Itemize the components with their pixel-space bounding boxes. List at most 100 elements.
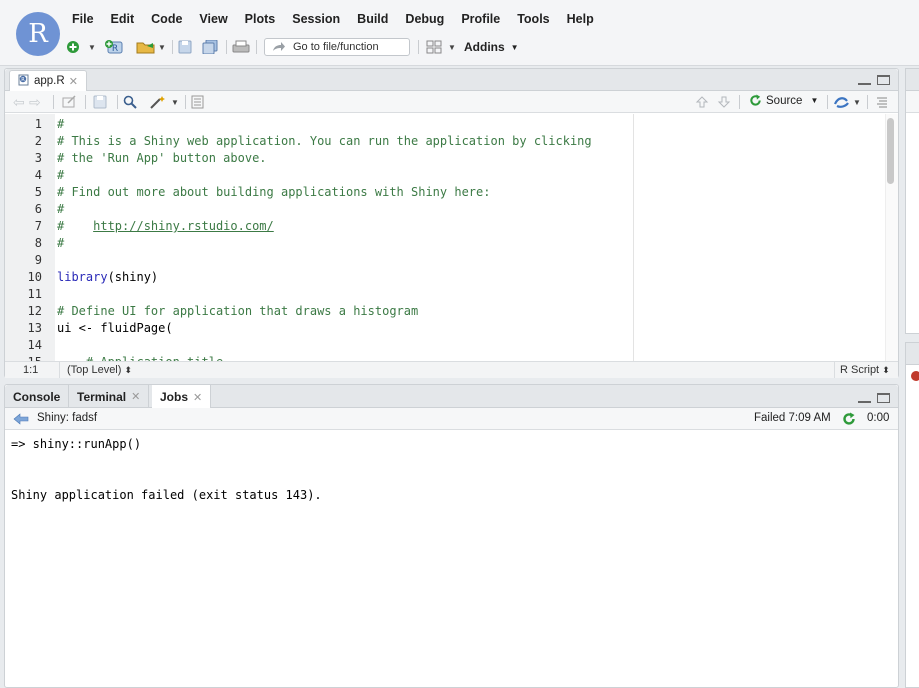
grid-layout-icon[interactable]	[426, 38, 442, 56]
toolbar-divider	[117, 95, 118, 109]
code-token: # Define UI for application that draws a…	[57, 304, 419, 318]
publish-icon[interactable]	[833, 93, 851, 111]
close-icon[interactable]: ✕	[193, 391, 202, 404]
console-tab-strip: Console Terminal ✕ Jobs ✕	[5, 385, 898, 409]
toolbar-divider	[827, 95, 828, 109]
menu-debug[interactable]: Debug	[405, 12, 444, 30]
open-folder-icon[interactable]	[136, 38, 156, 56]
output-line: Shiny application failed (exit status 14…	[11, 488, 322, 502]
close-icon[interactable]: ✕	[69, 75, 78, 88]
tab-app-r[interactable]: R app.R ✕	[9, 70, 87, 91]
search-icon[interactable]	[123, 93, 137, 111]
line-number: 5	[34, 185, 42, 199]
menu-edit[interactable]: Edit	[111, 12, 135, 30]
menu-code[interactable]: Code	[151, 12, 182, 30]
menu-build[interactable]: Build	[357, 12, 388, 30]
tab-terminal[interactable]: Terminal ✕	[69, 385, 150, 408]
menu-session[interactable]: Session	[292, 12, 340, 30]
editor-tab-strip: R app.R ✕	[5, 69, 898, 91]
scope-selector[interactable]: (Top Level) ⬍	[67, 364, 132, 376]
right-pane-bottom	[905, 342, 919, 688]
menu-profile[interactable]: Profile	[461, 12, 500, 30]
refresh-icon[interactable]	[842, 410, 856, 428]
chevron-down-icon[interactable]: ▼	[448, 38, 456, 56]
new-file-icon[interactable]	[66, 38, 80, 56]
editor-status-bar: 1:1 (Top Level) ⬍ R Script ⬍	[5, 361, 898, 378]
output-line: => shiny::runApp()	[11, 437, 142, 451]
document-outline-icon[interactable]	[191, 93, 205, 111]
minimize-pane-button[interactable]	[858, 393, 871, 403]
scrollbar-thumb[interactable]	[887, 118, 894, 184]
code-token: #	[57, 117, 65, 131]
chevron-down-icon[interactable]: ▼	[158, 38, 166, 56]
code-line: #	[57, 201, 64, 218]
tab-jobs[interactable]: Jobs ✕	[152, 385, 212, 409]
menu-tools[interactable]: Tools	[517, 12, 549, 30]
goto-file-input[interactable]: Go to file/function	[264, 38, 410, 56]
menu-help[interactable]: Help	[567, 12, 594, 30]
line-number: 13	[27, 321, 42, 335]
menu-file[interactable]: File	[72, 12, 94, 30]
line-number: 3	[34, 151, 42, 165]
code-link[interactable]: http://shiny.rstudio.com/	[93, 219, 274, 233]
show-in-window-icon[interactable]	[61, 93, 77, 111]
forward-arrow-icon[interactable]: ⇨	[29, 93, 41, 111]
line-number: 7	[34, 219, 42, 233]
code-line: # Find out more about building applicati…	[57, 184, 490, 201]
code-editor[interactable]: 1 #2 # This is a Shiny web application. Yo…	[5, 114, 898, 361]
chevron-down-icon[interactable]: ▼	[853, 93, 861, 111]
save-icon[interactable]	[178, 38, 192, 56]
top-bar: R File Edit Code View Plots Session Build Debug…	[0, 0, 919, 66]
chevron-down-icon: ▼	[810, 96, 819, 105]
r-logo: R	[16, 12, 60, 56]
remove-icon[interactable]	[911, 371, 919, 381]
save-icon[interactable]	[93, 93, 107, 111]
toolbar-divider	[185, 95, 186, 109]
window-controls	[858, 75, 890, 85]
svg-text:R: R	[21, 77, 25, 83]
code-line: ui <- fluidPage(	[57, 320, 173, 337]
updown-icon: ⬍	[882, 365, 890, 375]
code-token: library	[57, 270, 108, 284]
toolbar-divider	[418, 40, 419, 54]
tab-console[interactable]: Console	[5, 385, 70, 408]
arrow-right-icon	[272, 41, 286, 56]
menu-plots[interactable]: Plots	[245, 12, 276, 30]
code-line: # the 'Run App' button above.	[57, 150, 267, 167]
code-line: #	[57, 116, 64, 133]
line-number: 11	[27, 287, 42, 301]
r-file-icon: R	[18, 74, 30, 89]
code-line: #	[57, 167, 64, 184]
arrow-up-icon[interactable]	[695, 93, 709, 111]
addins-button[interactable]: Addins ▼	[464, 38, 519, 56]
code-token: #	[57, 202, 65, 216]
toolbar-divider	[867, 95, 868, 109]
code-token: #	[57, 219, 94, 233]
cursor-position: 1:1	[23, 364, 39, 376]
maximize-pane-button[interactable]	[877, 393, 890, 403]
code-token: # the 'Run App' button above.	[57, 151, 267, 165]
magic-wand-icon[interactable]	[149, 93, 167, 111]
chevron-down-icon[interactable]: ▼	[171, 93, 179, 111]
code-token: # This is a Shiny web application. You c…	[57, 134, 592, 148]
print-icon[interactable]	[232, 38, 250, 56]
code-token: (shiny)	[107, 270, 159, 284]
back-arrow-icon[interactable]	[13, 410, 29, 428]
save-all-icon[interactable]	[202, 38, 218, 56]
right-pane-top	[905, 68, 919, 334]
close-icon[interactable]: ✕	[131, 390, 140, 403]
source-button[interactable]: Source ▼	[749, 94, 832, 107]
code-line: library(shiny)	[57, 269, 158, 286]
back-arrow-icon[interactable]: ⇦	[13, 93, 25, 111]
new-project-icon[interactable]: R	[104, 38, 124, 56]
chevron-down-icon[interactable]: ▼	[88, 38, 96, 56]
arrow-down-icon[interactable]	[717, 93, 731, 111]
maximize-pane-button[interactable]	[877, 75, 890, 85]
minimize-pane-button[interactable]	[858, 75, 871, 85]
outline-icon[interactable]	[875, 93, 889, 111]
job-header-bar: Shiny: fadsf Failed 7:09 AM 0:00	[5, 408, 898, 430]
console-pane: Console Terminal ✕ Jobs ✕ Shiny: fadsf Fai…	[4, 384, 899, 688]
filetype-selector[interactable]: R Script ⬍	[840, 364, 890, 376]
menu-view[interactable]: View	[199, 12, 227, 30]
line-number: 15	[5, 354, 42, 361]
